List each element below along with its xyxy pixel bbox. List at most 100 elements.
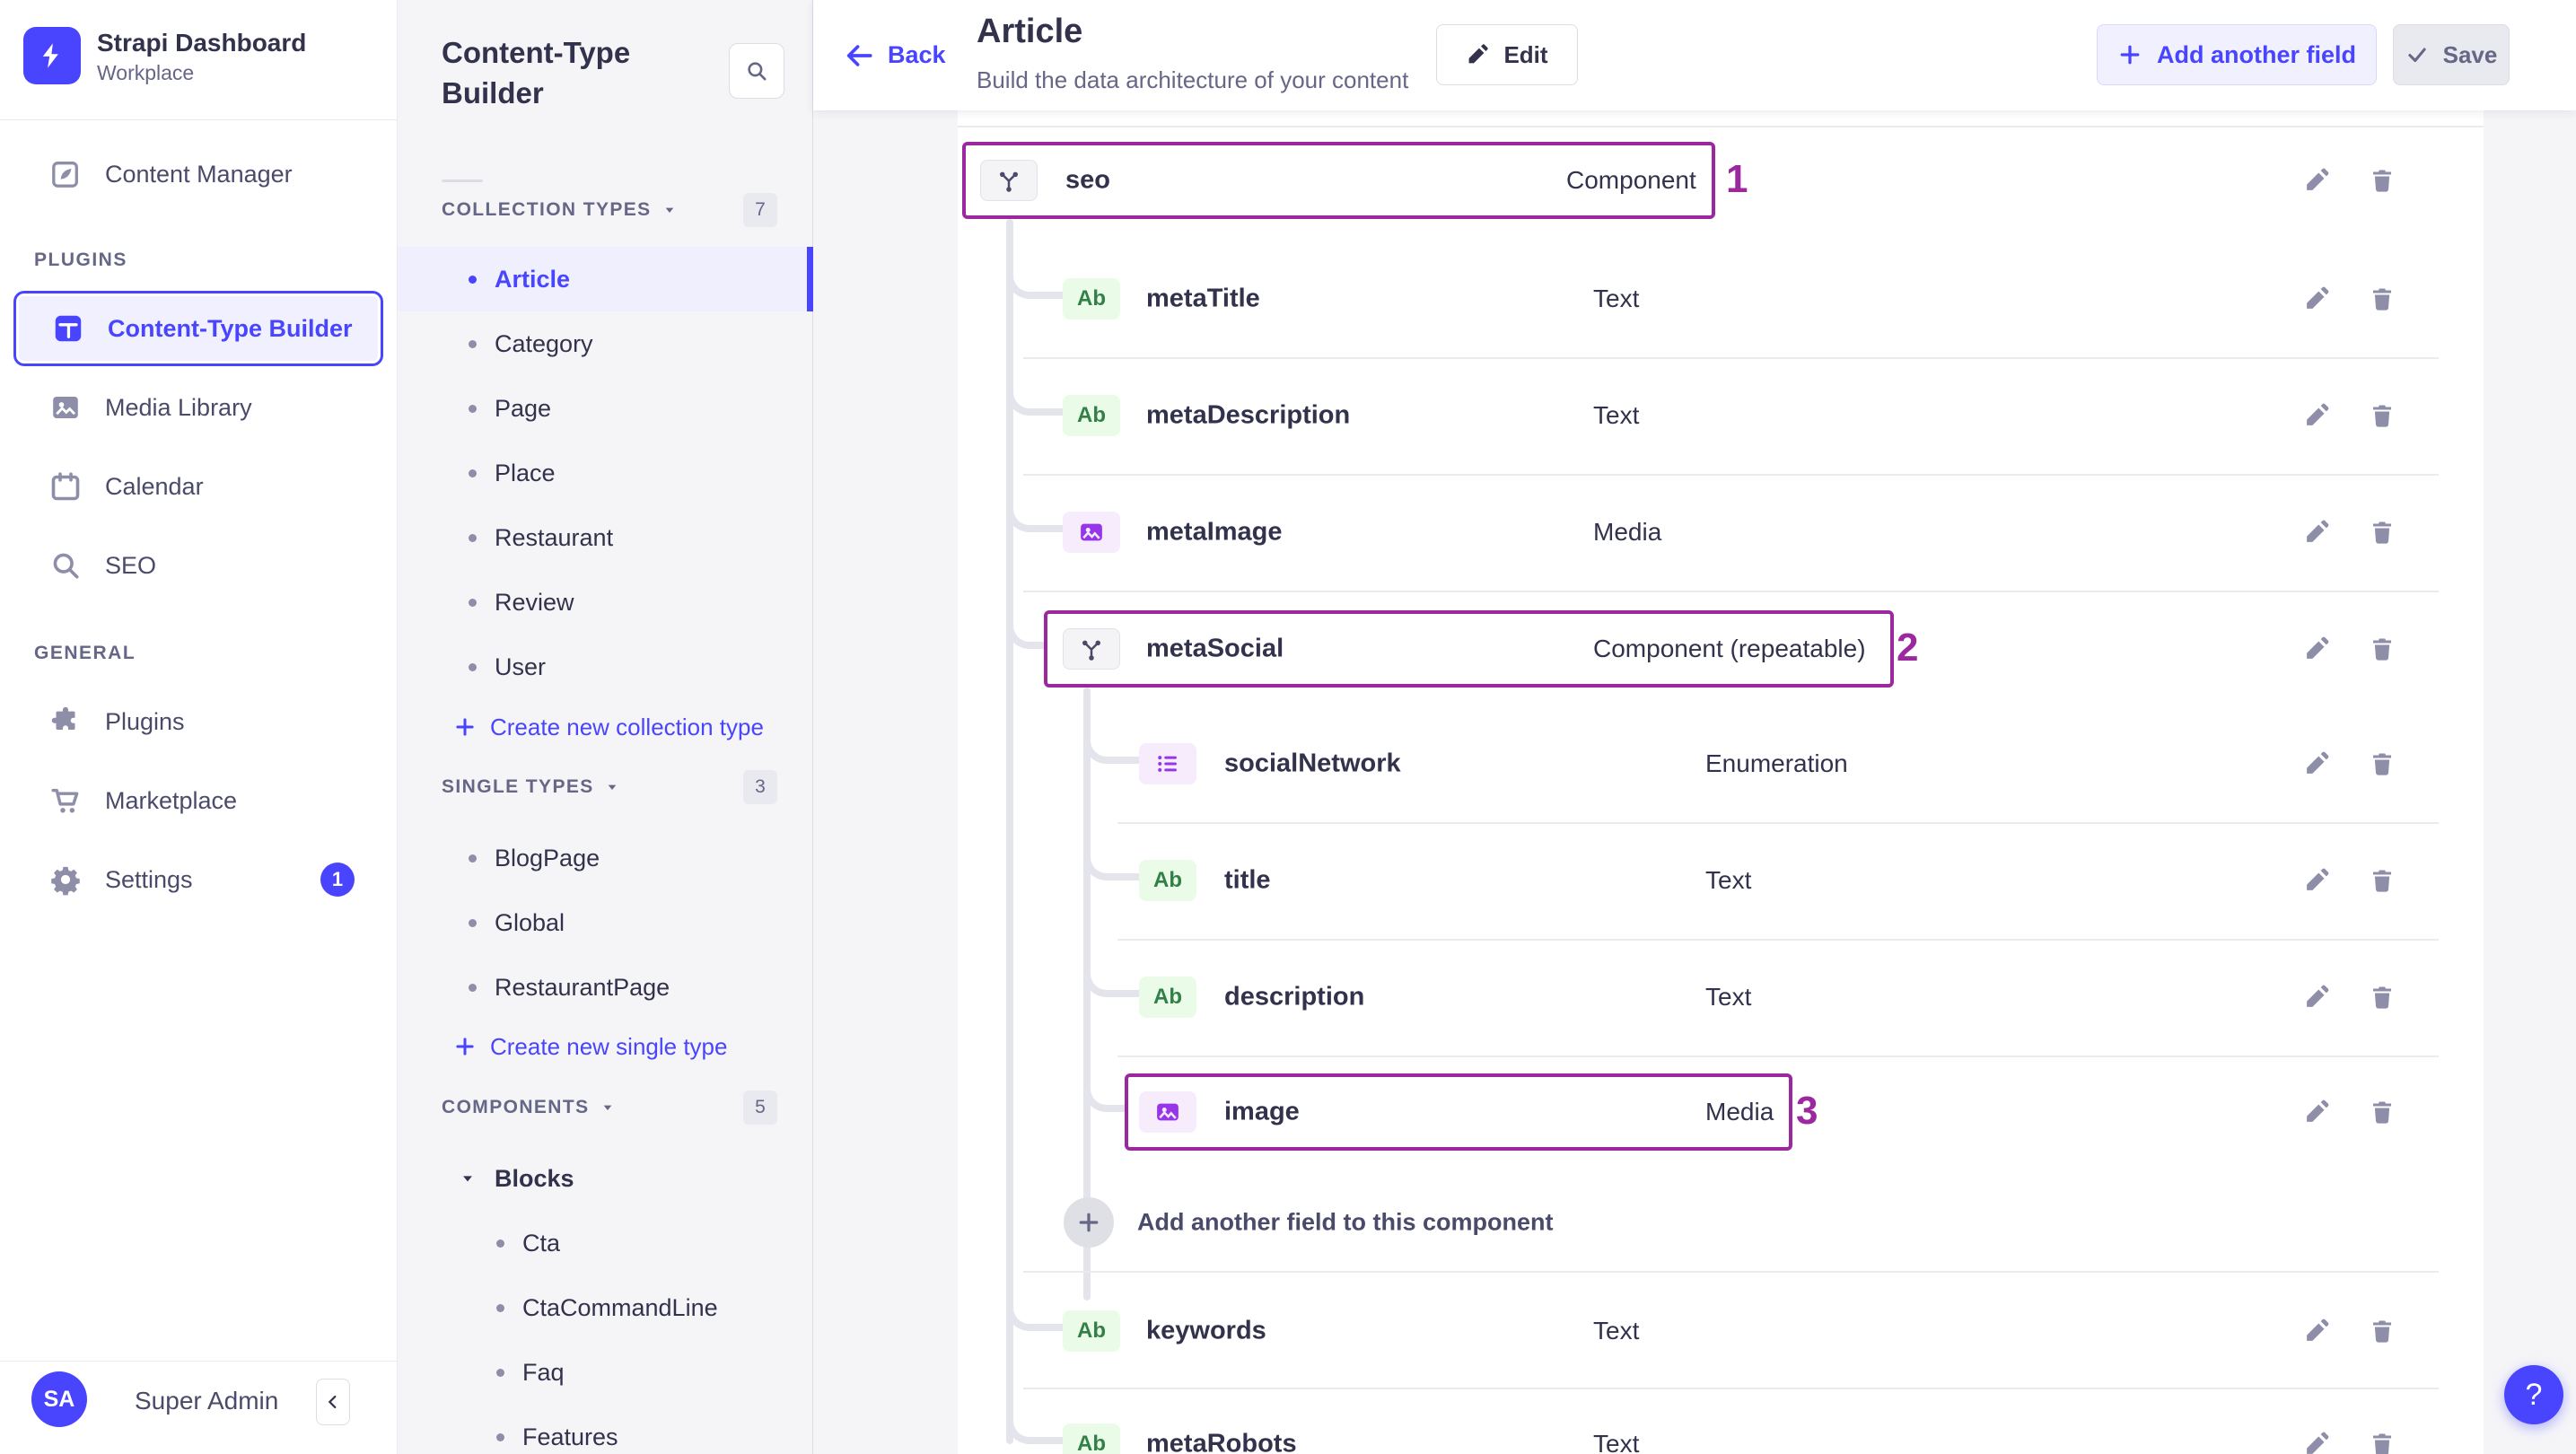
bullet-icon — [469, 275, 477, 284]
delete-field-button[interactable] — [2362, 1092, 2402, 1132]
field-type: Text — [1593, 285, 1640, 312]
edit-field-button[interactable] — [2297, 279, 2336, 319]
help-button[interactable]: ? — [2504, 1365, 2563, 1424]
subnav-item-place[interactable]: Place — [398, 441, 813, 505]
subnav-item-review[interactable]: Review — [398, 570, 813, 635]
text-field-icon: Ab — [1139, 860, 1196, 901]
trash-icon — [2369, 1318, 2396, 1345]
sidebar-item-content-manager[interactable]: Content Manager — [13, 136, 383, 212]
create-collection-type-link[interactable]: Create new collection type — [453, 702, 764, 752]
delete-field-button[interactable] — [2362, 977, 2402, 1017]
bullet-icon — [469, 598, 477, 607]
sidebar-item-content-type-builder[interactable]: Content-Type Builder — [13, 291, 383, 366]
sidebar-item-calendar[interactable]: Calendar — [13, 449, 383, 524]
field-type: Component — [1566, 166, 1696, 194]
subnav-item-label: Article — [495, 265, 571, 293]
field-type: Media — [1705, 1098, 1774, 1126]
divider — [1023, 1388, 2439, 1389]
edit-field-button[interactable] — [2297, 861, 2336, 900]
field-name: metaSocial — [1146, 634, 1284, 663]
edit-field-button[interactable] — [2297, 977, 2336, 1017]
component-group-blocks[interactable]: Blocks — [398, 1146, 813, 1211]
divider — [1117, 822, 2439, 824]
field-row-metatitle[interactable]: Ab metaTitle Text — [958, 258, 2484, 340]
field-row-keywords[interactable]: Ab keywords Text — [958, 1290, 2484, 1372]
subnav-item-label: Review — [495, 588, 574, 616]
delete-field-button[interactable] — [2362, 512, 2402, 552]
add-another-field-button[interactable]: Add another field — [2097, 24, 2377, 85]
subnav-item-restaurant[interactable]: Restaurant — [398, 505, 813, 570]
subnav-item-features[interactable]: Features — [398, 1405, 813, 1454]
create-single-type-link[interactable]: Create new single type — [453, 1021, 727, 1072]
delete-field-button[interactable] — [2362, 396, 2402, 435]
save-button[interactable]: Save — [2393, 24, 2510, 85]
field-type: Enumeration — [1705, 749, 1848, 777]
edit-field-button[interactable] — [2297, 629, 2336, 669]
back-button[interactable]: Back — [844, 0, 946, 110]
subnav-item-user[interactable]: User — [398, 635, 813, 699]
delete-field-button[interactable] — [2362, 1424, 2402, 1454]
sidebar-item-media-library[interactable]: Media Library — [13, 370, 383, 445]
subnav-item-label: Page — [495, 394, 552, 422]
edit-field-button[interactable] — [2297, 1311, 2336, 1351]
field-row-seo[interactable]: seo Component — [958, 139, 2484, 222]
divider — [1023, 357, 2439, 359]
collapse-sidebar-button[interactable] — [316, 1379, 350, 1425]
subnav-item-blogpage[interactable]: BlogPage — [398, 826, 813, 890]
sidebar-item-plugins[interactable]: Plugins — [13, 684, 383, 759]
bullet-icon — [469, 662, 477, 671]
subnav-item-article[interactable]: Article — [398, 247, 813, 311]
add-component-field-row[interactable]: Add another field to this component — [958, 1181, 2484, 1264]
subnav-item-faq[interactable]: Faq — [398, 1340, 813, 1405]
sidebar-item-label: Media Library — [105, 393, 252, 421]
subnav-item-category[interactable]: Category — [398, 311, 813, 376]
sidebar-item-seo[interactable]: SEO — [13, 528, 383, 603]
field-row-metaimage[interactable]: metaImage Media — [958, 491, 2484, 574]
field-type: Component (repeatable) — [1593, 635, 1866, 662]
field-row-title[interactable]: Ab title Text — [958, 839, 2484, 922]
edit-field-button[interactable] — [2297, 512, 2336, 552]
edit-field-button[interactable] — [2297, 744, 2336, 784]
subnav-item-page[interactable]: Page — [398, 376, 813, 441]
sidebar-item-marketplace[interactable]: Marketplace — [13, 763, 383, 838]
field-row-metarobots[interactable]: Ab metaRobots Text — [958, 1403, 2484, 1454]
subnav-item-cta[interactable]: Cta — [398, 1211, 813, 1275]
add-component-field-button[interactable] — [1064, 1197, 1114, 1248]
sidebar-item-label: SEO — [105, 551, 157, 579]
search-button[interactable] — [729, 43, 784, 99]
field-row-description[interactable]: Ab description Text — [958, 956, 2484, 1038]
chevron-down-icon — [662, 203, 677, 217]
delete-field-button[interactable] — [2362, 629, 2402, 669]
bullet-icon — [469, 339, 477, 348]
edit-field-button[interactable] — [2297, 1424, 2336, 1454]
subnav-item-restaurantpage[interactable]: RestaurantPage — [398, 955, 813, 1020]
text-field-icon: Ab — [1139, 977, 1196, 1018]
delete-field-button[interactable] — [2362, 861, 2402, 900]
field-row-metadescription[interactable]: Ab metaDescription Text — [958, 374, 2484, 457]
field-type: Text — [1705, 983, 1752, 1011]
delete-field-button[interactable] — [2362, 161, 2402, 200]
edit-button[interactable]: Edit — [1436, 24, 1578, 85]
edit-field-button[interactable] — [2297, 1092, 2336, 1132]
section-single-types[interactable]: SINGLE TYPES 3 — [442, 769, 777, 805]
section-components[interactable]: COMPONENTS 5 — [442, 1090, 777, 1126]
field-name: metaImage — [1146, 517, 1283, 547]
field-row-image[interactable]: image Media — [958, 1071, 2484, 1153]
field-row-socialnetwork[interactable]: socialNetwork Enumeration — [958, 723, 2484, 805]
edit-field-button[interactable] — [2297, 396, 2336, 435]
sidebar-item-label: Plugins — [105, 707, 185, 735]
subnav-item-global[interactable]: Global — [398, 890, 813, 955]
section-collection-types[interactable]: COLLECTION TYPES 7 — [442, 192, 777, 228]
bullet-icon — [496, 1303, 504, 1312]
delete-field-button[interactable] — [2362, 1311, 2402, 1351]
workspace-header[interactable]: Strapi Dashboard Workplace — [0, 0, 397, 120]
delete-field-button[interactable] — [2362, 279, 2402, 319]
field-row-metasocial[interactable]: metaSocial Component (repeatable) — [958, 608, 2484, 690]
pencil-icon — [2303, 1431, 2330, 1454]
subnav-item-ctacommandline[interactable]: CtaCommandLine — [398, 1275, 813, 1340]
edit-field-button[interactable] — [2297, 161, 2336, 200]
user-name: Super Admin — [135, 1387, 279, 1415]
trash-icon — [2369, 167, 2396, 194]
sidebar-item-settings[interactable]: Settings 1 — [13, 842, 383, 917]
delete-field-button[interactable] — [2362, 744, 2402, 784]
